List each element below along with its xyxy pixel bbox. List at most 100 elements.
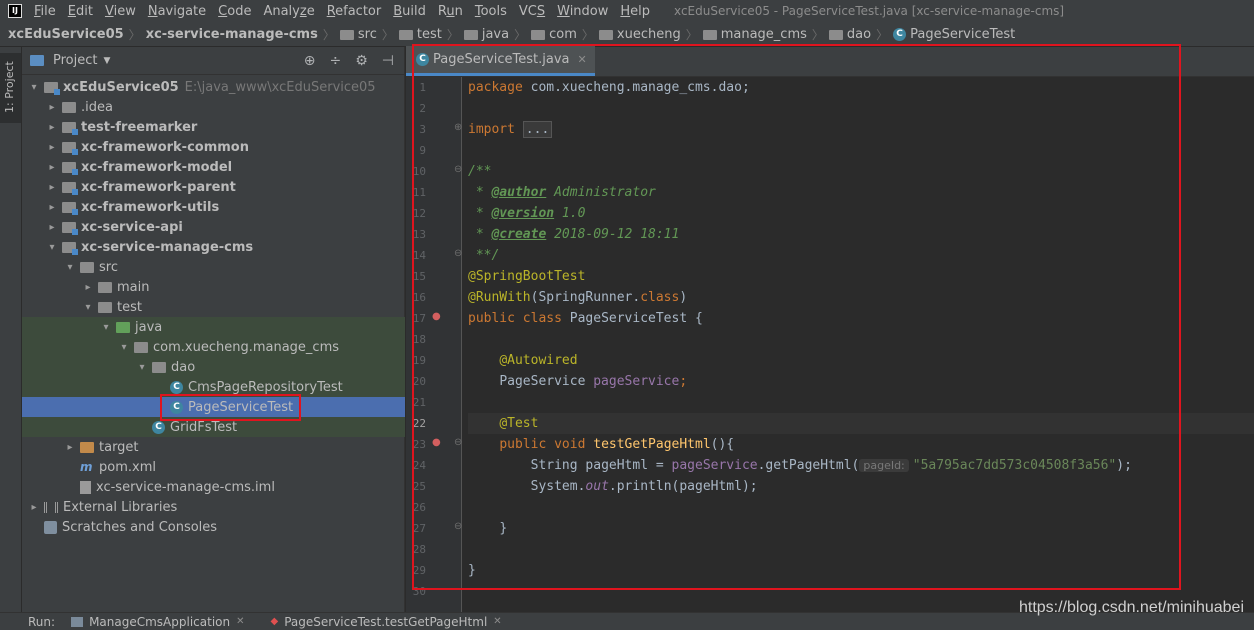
- module-folder-icon: [62, 241, 78, 255]
- breadcrumb-item[interactable]: test: [398, 27, 442, 42]
- tree-item[interactable]: ▾ test: [22, 297, 405, 317]
- project-view-selector[interactable]: Project: [53, 53, 97, 68]
- code-editor[interactable]: package com.xuecheng.manage_cms.dao; imp…: [468, 77, 1254, 612]
- fold-collapse-icon[interactable]: ⊖: [454, 164, 462, 175]
- run-tab-testgetpagehtml[interactable]: ◆ PageServiceTest.testGetPageHtml ✕: [271, 615, 502, 629]
- chevron-right-icon[interactable]: ▸: [46, 122, 58, 133]
- folded-imports[interactable]: ...: [522, 121, 553, 138]
- chevron-down-icon[interactable]: ▾: [82, 302, 94, 313]
- line-number: 3: [419, 123, 426, 136]
- folder-icon: [152, 361, 166, 373]
- code-line-24: String pageHtml = pageService.getPageHtm…: [530, 458, 1132, 473]
- breadcrumb-item[interactable]: xuecheng: [598, 27, 681, 42]
- project-tool-window-tab[interactable]: 1: Project: [0, 53, 21, 123]
- run-test-method-icon[interactable]: ●: [432, 437, 441, 448]
- tree-item[interactable]: C PageServiceTest: [22, 397, 405, 417]
- tree-item[interactable]: C CmsPageRepositoryTest: [22, 377, 405, 397]
- chevron-down-icon[interactable]: ▾: [100, 322, 112, 333]
- locate-file-icon[interactable]: ⊕: [304, 53, 316, 69]
- close-icon[interactable]: ✕: [578, 53, 587, 66]
- editor-tab-pageservicetest[interactable]: C PageServiceTest.java ✕: [406, 46, 595, 76]
- breadcrumb-item[interactable]: java: [463, 27, 509, 42]
- menu-analyze[interactable]: Analyze: [257, 4, 320, 19]
- close-icon[interactable]: ✕: [236, 616, 244, 627]
- line-number: 30: [412, 585, 426, 598]
- menu-tools[interactable]: Tools: [469, 4, 513, 19]
- gear-icon[interactable]: ⚙: [355, 53, 368, 69]
- chevron-down-icon[interactable]: ▾: [136, 362, 148, 373]
- tree-item[interactable]: ▾ xcEduService05 E:\java_www\xcEduService0…: [22, 77, 405, 97]
- chevron-right-icon[interactable]: ▸: [46, 102, 58, 113]
- breadcrumb-item[interactable]: dao: [828, 27, 871, 42]
- fold-collapse-icon[interactable]: ⊖: [454, 521, 462, 532]
- tree-item[interactable]: Scratches and Consoles: [22, 517, 405, 537]
- tree-item[interactable]: ▸ main: [22, 277, 405, 297]
- fold-collapse-icon[interactable]: ⊖: [454, 437, 462, 448]
- breadcrumb-item[interactable]: src: [339, 27, 377, 42]
- chevron-right-icon[interactable]: ▸: [46, 182, 58, 193]
- collapse-all-icon[interactable]: ÷: [330, 53, 342, 69]
- chevron-right-icon[interactable]: ▸: [46, 202, 58, 213]
- chevron-right-icon[interactable]: ▸: [82, 282, 94, 293]
- menu-file[interactable]: File: [28, 4, 62, 19]
- breadcrumb-separator: 〉: [381, 27, 394, 42]
- code-line-17: public class PageServiceTest {: [468, 311, 703, 326]
- tree-item[interactable]: ▸ xc-framework-common: [22, 137, 405, 157]
- menu-edit[interactable]: Edit: [62, 4, 99, 19]
- run-test-class-icon[interactable]: ●: [432, 311, 441, 322]
- close-icon[interactable]: ✕: [493, 616, 501, 627]
- tree-item[interactable]: xc-service-manage-cms.iml: [22, 477, 405, 497]
- menu-navigate[interactable]: Navigate: [142, 4, 212, 19]
- menu-vcs[interactable]: VCS: [513, 4, 551, 19]
- menu-window[interactable]: Window: [551, 4, 614, 19]
- menu-refactor[interactable]: Refactor: [321, 4, 388, 19]
- tree-item[interactable]: ▸ xc-framework-parent: [22, 177, 405, 197]
- tree-item[interactable]: ▾ xc-service-manage-cms: [22, 237, 405, 257]
- chevron-right-icon[interactable]: ▸: [46, 222, 58, 233]
- chevron-right-icon[interactable]: ▸: [46, 162, 58, 173]
- chevron-down-icon[interactable]: ▼: [103, 56, 110, 66]
- menu-help[interactable]: Help: [614, 4, 656, 19]
- breadcrumb-item[interactable]: xcEduService05: [8, 27, 124, 42]
- menu-build[interactable]: Build: [387, 4, 432, 19]
- tree-item[interactable]: m pom.xml: [22, 457, 405, 477]
- hide-panel-icon[interactable]: ⊣: [382, 53, 394, 69]
- chevron-right-icon[interactable]: ▸: [28, 502, 40, 513]
- code-line-10: /**: [468, 164, 492, 179]
- tree-item[interactable]: ▸ xc-framework-utils: [22, 197, 405, 217]
- chevron-down-icon[interactable]: ▾: [28, 82, 40, 93]
- menu-code[interactable]: Code: [212, 4, 257, 19]
- folder-icon: [80, 261, 94, 273]
- module-folder-icon: [62, 181, 78, 195]
- breadcrumb-item[interactable]: com: [531, 27, 577, 42]
- parameter-hint: pageId:: [859, 459, 909, 472]
- menu-view[interactable]: View: [99, 4, 142, 19]
- tree-item[interactable]: ▾ src: [22, 257, 405, 277]
- chevron-down-icon[interactable]: ▾: [46, 242, 58, 253]
- chevron-right-icon[interactable]: ▸: [64, 442, 76, 453]
- breadcrumb-item[interactable]: C PageServiceTest: [893, 27, 1015, 42]
- tree-item[interactable]: ▾ com.xuecheng.manage_cms: [22, 337, 405, 357]
- breadcrumb-item[interactable]: manage_cms: [702, 27, 807, 42]
- breadcrumb-item[interactable]: xc-service-manage-cms: [146, 27, 318, 42]
- tree-item[interactable]: ▸ xc-service-api: [22, 217, 405, 237]
- tree-item[interactable]: ▸ External Libraries: [22, 497, 405, 517]
- fold-expand-icon[interactable]: ⊕: [454, 122, 462, 133]
- tree-item-label: PageServiceTest: [188, 399, 294, 415]
- tree-item[interactable]: ▸ target: [22, 437, 405, 457]
- chevron-right-icon[interactable]: ▸: [46, 142, 58, 153]
- tree-item[interactable]: ▸ test-freemarker: [22, 117, 405, 137]
- tree-item[interactable]: ▸ .idea: [22, 97, 405, 117]
- tree-item[interactable]: ▸ xc-framework-model: [22, 157, 405, 177]
- run-tab-managecmsapplication[interactable]: ManageCmsApplication ✕: [71, 615, 245, 629]
- tree-item[interactable]: C GridFsTest: [22, 417, 405, 437]
- fold-collapse-icon[interactable]: ⊖: [454, 248, 462, 259]
- menu-items: File Edit View Navigate Code Analyze Refactor B…: [28, 4, 656, 19]
- project-tree: ▾ xcEduService05 E:\java_www\xcEduService0…: [22, 77, 405, 537]
- tree-item[interactable]: ▾ java: [22, 317, 405, 337]
- java-class-icon: C: [170, 380, 183, 394]
- menu-run[interactable]: Run: [432, 4, 469, 19]
- chevron-down-icon[interactable]: ▾: [118, 342, 130, 353]
- tree-item[interactable]: ▾ dao: [22, 357, 405, 377]
- chevron-down-icon[interactable]: ▾: [64, 262, 76, 273]
